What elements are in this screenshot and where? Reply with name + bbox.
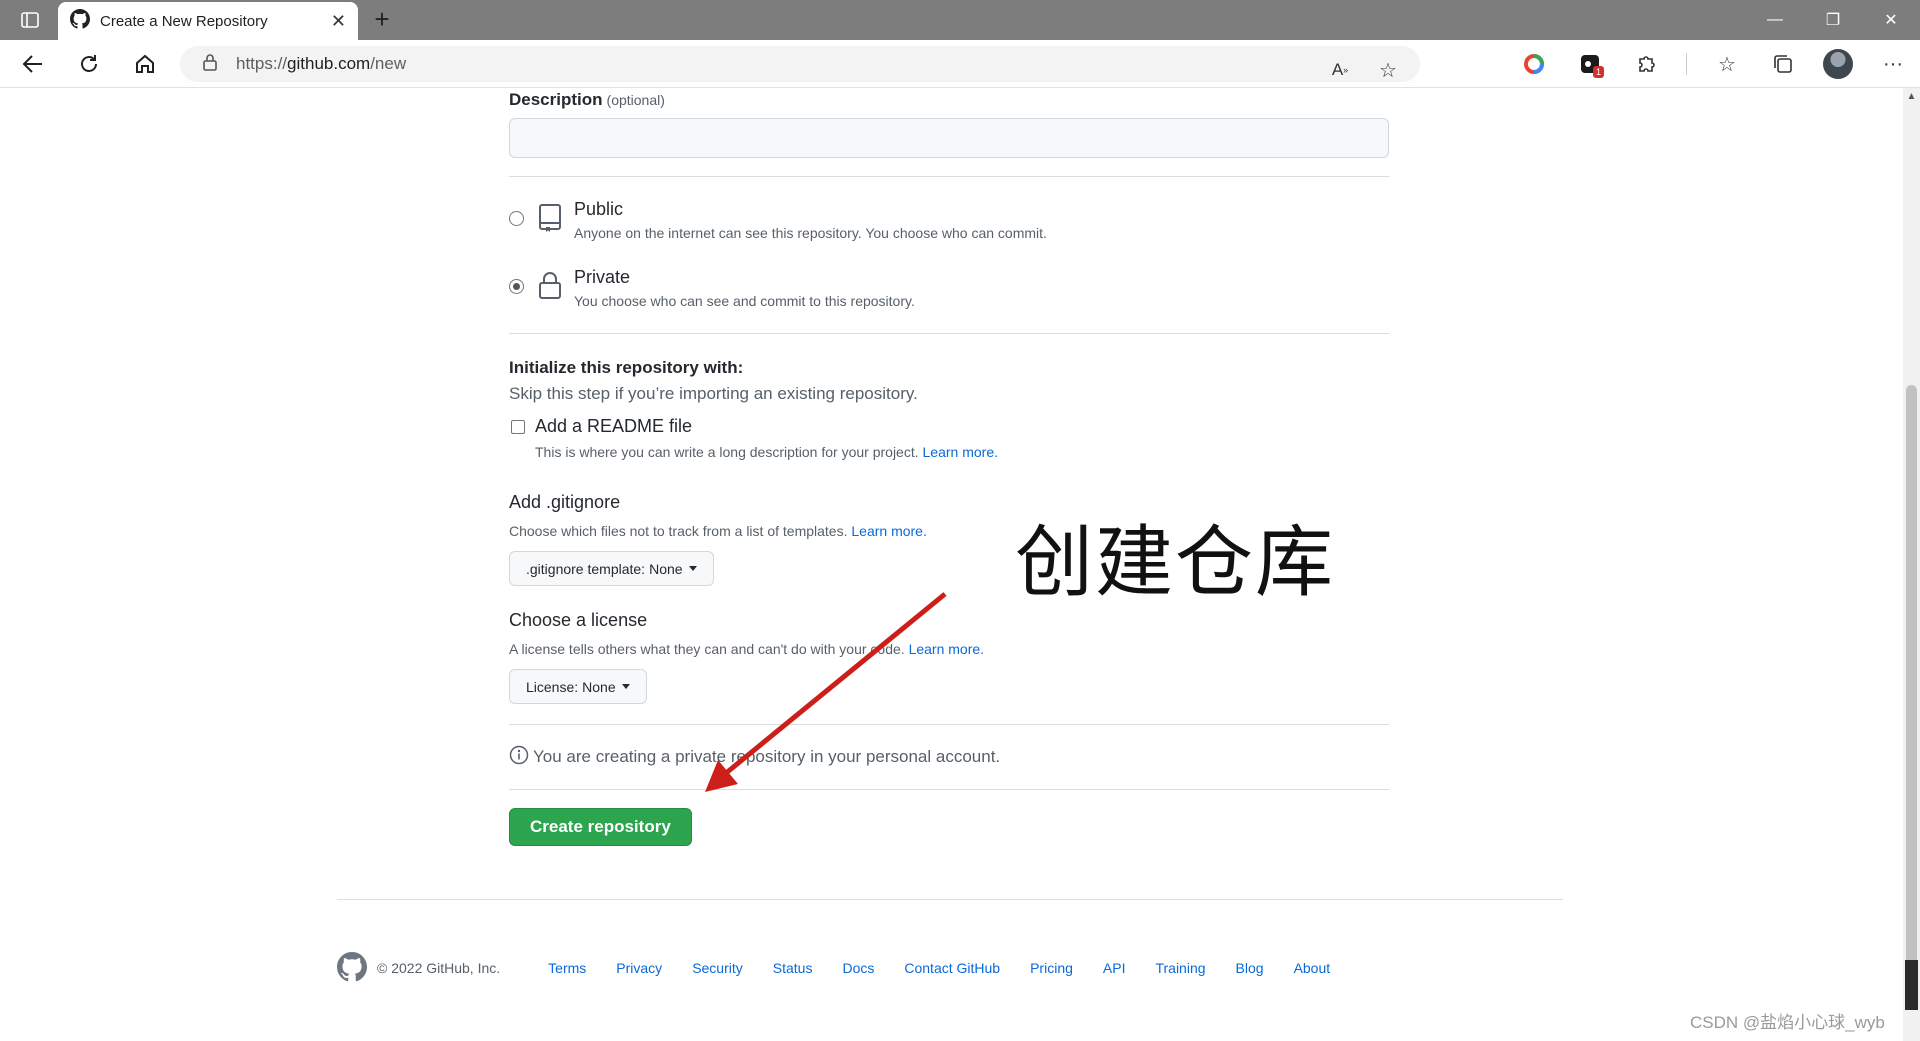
browser-toolbar: https://github.com/new A» ☆ 1 ☆ ··· (0, 40, 1920, 88)
footer-link-terms[interactable]: Terms (548, 960, 586, 976)
lock-icon (537, 271, 563, 306)
new-tab-icon[interactable]: + (368, 6, 396, 34)
gitignore-select-value: None (649, 560, 683, 577)
footer-link-security[interactable]: Security (692, 960, 743, 976)
url-text: https://github.com/new (236, 54, 407, 73)
readme-title: Add a README file (535, 416, 693, 436)
public-description: Anyone on the internet can see this repo… (574, 225, 1047, 241)
init-subtitle: Skip this step if you’re importing an ex… (509, 384, 918, 403)
info-row: You are creating a private repository in… (509, 725, 1389, 789)
divider (509, 789, 1389, 790)
address-bar-actions: A» ☆ (1324, 54, 1404, 86)
minimize-icon[interactable]: — (1746, 0, 1804, 40)
footer-divider (337, 899, 1563, 900)
public-radio[interactable] (509, 211, 524, 226)
public-title: Public (574, 199, 624, 219)
footer-copyright: © 2022 GitHub, Inc. (377, 960, 501, 976)
browser-titlebar: Create a New Repository ✕ + — ❐ ✕ (0, 0, 1920, 40)
annotation-label: 创建仓库 (1015, 518, 1336, 608)
description-optional: (optional) (606, 92, 665, 108)
favorites-icon[interactable]: ☆ (1711, 48, 1743, 80)
github-favicon-icon (70, 8, 90, 34)
private-title: Private (574, 267, 631, 287)
site-footer: © 2022 GitHub, Inc. Terms Privacy Securi… (337, 951, 1331, 985)
github-logo-icon[interactable] (337, 951, 367, 985)
create-repository-button[interactable]: Create repository (509, 808, 692, 846)
private-description: You choose who can see and commit to thi… (574, 293, 915, 309)
license-select-value: None (582, 678, 616, 695)
readme-description: This is where you can write a long descr… (535, 444, 998, 460)
read-aloud-icon[interactable]: A» (1324, 54, 1356, 86)
readme-learn-more-link[interactable]: Learn more. (923, 444, 998, 460)
browser-tab[interactable]: Create a New Repository ✕ (58, 2, 358, 40)
color-extension-icon[interactable] (1518, 48, 1550, 80)
tab-title: Create a New Repository (100, 12, 268, 30)
license-select[interactable]: License: None (509, 669, 647, 704)
license-title: Choose a license (509, 610, 648, 630)
restore-icon[interactable]: ❐ (1804, 0, 1862, 40)
description-label-row: Description (optional) (509, 90, 1389, 110)
scrollbar-overlay (1905, 960, 1918, 1010)
footer-link-training[interactable]: Training (1155, 960, 1205, 976)
extensions-puzzle-icon[interactable] (1630, 48, 1662, 80)
private-radio[interactable] (509, 279, 524, 294)
footer-link-contact[interactable]: Contact GitHub (904, 960, 1000, 976)
address-bar[interactable]: https://github.com/new A» ☆ (180, 46, 1420, 82)
license-description: A license tells others what they can and… (509, 641, 985, 657)
footer-link-status[interactable]: Status (773, 960, 813, 976)
readme-checkbox[interactable] (511, 420, 525, 434)
info-icon (509, 745, 529, 770)
tab-actions-icon[interactable] (14, 8, 46, 32)
scroll-up-icon[interactable]: ▲ (1903, 88, 1920, 105)
footer-link-about[interactable]: About (1294, 960, 1331, 976)
new-repo-form: Description (optional) Public Anyone on t… (509, 88, 1389, 846)
init-title: Initialize this repository with: (509, 358, 744, 377)
gitignore-select-prefix: .gitignore template: (526, 560, 646, 577)
window-controls: — ❐ ✕ (1746, 0, 1920, 40)
csdn-watermark: CSDN @盐焰小心球_wyb (1690, 1013, 1885, 1032)
visibility-public-option[interactable]: Public Anyone on the internet can see th… (509, 191, 1389, 259)
description-input[interactable] (509, 118, 1389, 158)
footer-link-docs[interactable]: Docs (842, 960, 874, 976)
profile-avatar[interactable] (1823, 49, 1853, 79)
home-icon[interactable] (130, 50, 160, 78)
caret-down-icon (688, 566, 697, 571)
license-select-prefix: License: (526, 678, 579, 695)
extension-badge-icon[interactable]: 1 (1574, 48, 1606, 80)
caret-down-icon (621, 684, 630, 689)
extension-badge: 1 (1592, 66, 1604, 78)
add-favorite-icon[interactable]: ☆ (1372, 54, 1404, 86)
readme-option[interactable]: Add a README file This is where you can … (509, 414, 1389, 474)
footer-link-api[interactable]: API (1103, 960, 1126, 976)
toolbar-extensions: 1 ☆ ··· (1518, 48, 1909, 80)
footer-link-pricing[interactable]: Pricing (1030, 960, 1073, 976)
toolbar-separator (1686, 53, 1687, 75)
repo-icon (537, 203, 563, 238)
license-learn-more-link[interactable]: Learn more. (909, 641, 984, 657)
refresh-icon[interactable] (74, 50, 104, 78)
description-label: Description (509, 90, 603, 109)
tab-close-icon[interactable]: ✕ (331, 11, 346, 32)
back-icon[interactable] (18, 50, 48, 78)
scrollbar-thumb[interactable] (1906, 385, 1917, 965)
lock-icon[interactable] (202, 53, 218, 76)
info-text: You are creating a private repository in… (533, 747, 1001, 766)
divider (509, 333, 1389, 334)
close-window-icon[interactable]: ✕ (1862, 0, 1920, 40)
footer-link-blog[interactable]: Blog (1236, 960, 1264, 976)
gitignore-learn-more-link[interactable]: Learn more. (851, 523, 926, 539)
collections-icon[interactable] (1767, 48, 1799, 80)
footer-link-privacy[interactable]: Privacy (616, 960, 662, 976)
visibility-private-option[interactable]: Private You choose who can see and commi… (509, 259, 1389, 327)
more-menu-icon[interactable]: ··· (1877, 48, 1909, 80)
gitignore-template-select[interactable]: .gitignore template: None (509, 551, 714, 586)
